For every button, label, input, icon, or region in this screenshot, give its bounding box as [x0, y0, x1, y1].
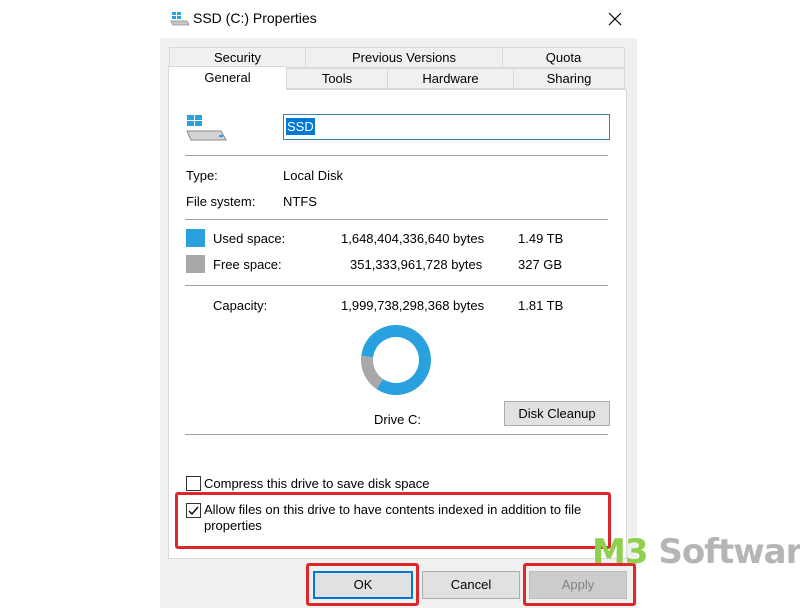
- drive-name-input[interactable]: SSD: [283, 114, 610, 140]
- capacity-size: 1.81 TB: [518, 298, 564, 313]
- capacity-label: Capacity:: [213, 298, 268, 313]
- tab-label: Tools: [321, 71, 353, 86]
- window-title: SSD (C:) Properties: [193, 10, 317, 26]
- free-space-size: 327 GB: [518, 257, 563, 272]
- watermark-brand-a: M3: [592, 532, 648, 572]
- used-space-bytes: 1,648,404,336,640 bytes: [341, 231, 485, 246]
- apply-button[interactable]: Apply: [529, 571, 627, 599]
- type-label: Type:: [186, 168, 218, 183]
- drive-label: Drive C:: [374, 412, 421, 427]
- tab-previous-versions[interactable]: Previous Versions: [305, 47, 503, 68]
- drive-icon: [170, 12, 190, 26]
- title-bar[interactable]: SSD (C:) Properties: [160, 0, 637, 38]
- free-space-swatch: [186, 255, 205, 273]
- tab-sharing[interactable]: Sharing: [513, 68, 625, 89]
- tab-tools[interactable]: Tools: [286, 68, 388, 89]
- windows-drive-icon: [186, 115, 227, 141]
- disk-cleanup-button[interactable]: Disk Cleanup: [504, 401, 610, 426]
- checkmark-icon: [188, 506, 199, 516]
- used-space-label: Used space:: [213, 231, 286, 246]
- index-label-line1: Allow files on this drive to have conten…: [204, 502, 582, 517]
- tab-label: Security: [214, 50, 261, 65]
- used-space-size: 1.49 TB: [518, 231, 564, 246]
- used-space-swatch: [186, 229, 205, 247]
- free-space-segment: [361, 355, 384, 390]
- tab-quota[interactable]: Quota: [502, 47, 625, 68]
- index-checkbox[interactable]: [186, 503, 201, 518]
- file-system-value: NTFS: [283, 194, 317, 209]
- free-space-bytes: 351,333,961,728 bytes: [350, 257, 483, 272]
- ok-label: OK: [353, 577, 373, 592]
- screenshot-stage: SSD (C:) Properties Security Previous Ve…: [0, 0, 800, 608]
- tab-security[interactable]: Security: [169, 47, 306, 68]
- compress-label: Compress this drive to save disk space: [204, 476, 430, 491]
- close-button[interactable]: [600, 5, 630, 33]
- ok-button[interactable]: OK: [313, 571, 413, 599]
- separator: [185, 434, 608, 435]
- tab-hardware[interactable]: Hardware: [387, 68, 514, 89]
- file-system-label: File system:: [186, 194, 256, 209]
- close-icon: [608, 12, 622, 26]
- tab-label: Hardware: [422, 71, 479, 86]
- tab-label: Sharing: [546, 71, 592, 86]
- separator: [185, 285, 608, 286]
- separator: [185, 219, 608, 220]
- tab-label: General: [204, 70, 251, 85]
- disk-cleanup-label: Disk Cleanup: [518, 406, 596, 421]
- usage-donut-chart: [361, 325, 431, 395]
- capacity-bytes: 1,999,738,298,368 bytes: [341, 298, 485, 313]
- index-label-line2: properties: [204, 518, 262, 533]
- separator: [185, 155, 608, 156]
- m3-software-watermark: M3 Software: [592, 532, 800, 572]
- free-space-label: Free space:: [213, 257, 282, 272]
- apply-label: Apply: [561, 577, 595, 592]
- tab-label: Quota: [545, 50, 582, 65]
- type-value: Local Disk: [283, 168, 343, 183]
- watermark-brand-b: Software: [658, 532, 800, 572]
- tab-label: Previous Versions: [351, 50, 457, 65]
- drive-name-selected-text: SSD: [286, 118, 315, 135]
- cancel-button[interactable]: Cancel: [422, 571, 520, 599]
- cancel-label: Cancel: [450, 577, 492, 592]
- compress-checkbox[interactable]: [186, 476, 201, 491]
- tab-general[interactable]: General: [168, 66, 287, 90]
